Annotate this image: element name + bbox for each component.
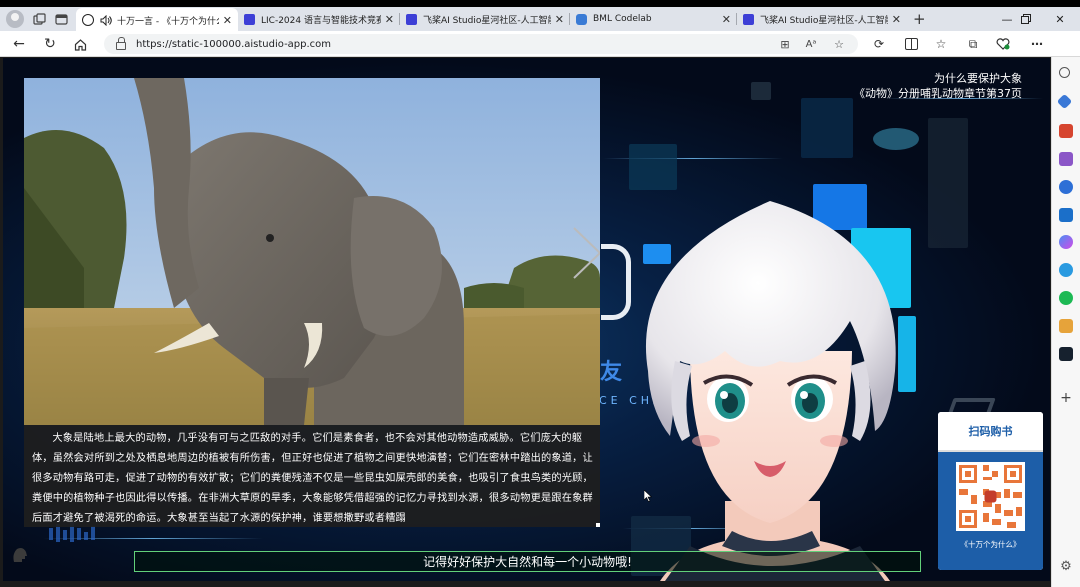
tab-label: BML Codelab: [593, 14, 652, 24]
close-tab-icon[interactable]: ✕: [892, 13, 901, 26]
bg-cube: [801, 98, 853, 158]
qr-header: 扫码购书: [938, 412, 1043, 452]
tab[interactable]: LIC-2024 语言与智能技术竞赛_飞桨 ✕: [238, 8, 400, 30]
profile-avatar[interactable]: [6, 10, 24, 28]
back-arrow-icon[interactable]: ←: [8, 33, 30, 55]
split-screen-icon[interactable]: [900, 33, 922, 55]
tab-label: 十万一言 - 《十万个为什么》: [117, 16, 219, 27]
lock-icon[interactable]: [116, 37, 126, 50]
app-icon[interactable]: [1059, 319, 1073, 333]
bg-letter-shape: 友: [600, 360, 623, 385]
tab-active[interactable]: 十万一言 - 《十万个为什么》 ✕: [76, 8, 238, 32]
subtitle-bar: 记得好好保护大自然和每一个小动物哦!: [134, 551, 921, 572]
browser-essentials-icon[interactable]: [992, 33, 1014, 55]
refresh-icon[interactable]: ↻: [39, 33, 61, 55]
url-field[interactable]: https://static-100000.aistudio-app.com ⊞…: [104, 34, 858, 54]
mouse-cursor-icon: [643, 487, 653, 502]
restore-button[interactable]: [1008, 7, 1044, 31]
home-icon[interactable]: [69, 33, 91, 55]
spotify-icon[interactable]: [1059, 291, 1073, 305]
favorite-star-icon[interactable]: ☆: [830, 36, 848, 52]
outlook-icon[interactable]: [1059, 208, 1073, 222]
qr-code-icon[interactable]: [956, 462, 1025, 531]
title-line-2: 《动物》分册哺乳动物章节第37页: [854, 87, 1022, 100]
telegram-icon[interactable]: [1059, 263, 1073, 277]
tab-label: LIC-2024 语言与智能技术竞赛_飞桨: [261, 15, 381, 26]
collections-icon[interactable]: ⧉: [962, 33, 984, 55]
video-player[interactable]: CE CHA 友 大象是陆地上最大的动物，几乎没有可与之匹敌的对手。它们是素食者…: [3, 58, 1050, 581]
speaker-tab-icon: [82, 14, 94, 26]
tab[interactable]: BML Codelab ✕: [570, 8, 737, 30]
react-icon[interactable]: [1059, 347, 1073, 361]
close-tab-icon[interactable]: ✕: [223, 14, 232, 27]
url-text: https://static-100000.aistudio-app.com: [136, 38, 332, 50]
tab[interactable]: 飞桨AI Studio星河社区-人工智能 ✕: [737, 8, 907, 30]
audio-playing-icon[interactable]: [100, 14, 112, 26]
qr-body: 《十万个为什么》: [938, 452, 1043, 570]
add-sidebar-app-icon[interactable]: +: [1059, 391, 1073, 405]
workspaces-icon[interactable]: [28, 8, 50, 30]
paddle-favicon-icon: [406, 13, 417, 25]
close-tab-icon[interactable]: ✕: [555, 13, 564, 26]
games-icon[interactable]: [1059, 180, 1073, 194]
new-tab-button[interactable]: +: [913, 10, 926, 28]
screen-top-strip: [0, 0, 1080, 7]
shopping-bag-icon[interactable]: [1059, 124, 1073, 138]
extension-icon[interactable]: ⟳: [868, 33, 890, 55]
search-icon[interactable]: [1059, 67, 1070, 78]
speaker-head-icon: [10, 544, 30, 564]
tab-label: 飞桨AI Studio星河社区-人工智能: [760, 15, 888, 26]
more-menu-icon[interactable]: ⋯: [1026, 33, 1048, 55]
read-aloud-icon[interactable]: Aᵃ: [802, 36, 820, 52]
title-line-1: 为什么要保护大象: [934, 72, 1022, 85]
qr-purchase-card[interactable]: 扫码购书 《十万个为什么》: [938, 412, 1043, 570]
codelab-favicon-icon: [576, 13, 587, 25]
bg-cube: [629, 144, 677, 190]
paddle-favicon-icon: [244, 13, 255, 25]
bg-cloud-shape: [873, 128, 919, 150]
address-bar: ← ↻ https://static-100000.aistudio-app.c…: [0, 31, 1080, 57]
edge-sidebar: + ⚙: [1051, 57, 1080, 587]
app-available-icon[interactable]: ⊞: [776, 36, 794, 52]
elephant-photo: [24, 78, 600, 425]
close-tab-icon[interactable]: ✕: [722, 13, 731, 26]
tab-actions-icon[interactable]: [50, 8, 72, 30]
tab[interactable]: 飞桨AI Studio星河社区-人工智能 ✕: [400, 8, 570, 30]
tools-icon[interactable]: [1059, 152, 1073, 166]
caption-corner-dot: [596, 523, 600, 527]
qr-footer: 《十万个为什么》: [960, 540, 1021, 549]
tab-bar: 十万一言 - 《十万个为什么》 ✕ LIC-2024 语言与智能技术竞赛_飞桨 …: [0, 7, 1080, 32]
bg-cube: [751, 82, 771, 100]
video-title: 为什么要保护大象 《动物》分册哺乳动物章节第37页: [854, 71, 1022, 101]
caption-text: 大象是陆地上最大的动物，几乎没有可与之匹敌的对手。它们是素食者，也不会对其他动物…: [24, 425, 600, 527]
settings-gear-icon[interactable]: ⚙: [1059, 560, 1073, 574]
bg-cube: [928, 118, 968, 248]
favorites-icon[interactable]: ☆: [930, 33, 952, 55]
tag-icon[interactable]: [1056, 93, 1073, 110]
close-window-button[interactable]: ✕: [1040, 7, 1080, 31]
digital-human-avatar: [620, 201, 920, 581]
tab-label: 飞桨AI Studio星河社区-人工智能: [423, 15, 551, 26]
copilot-icon[interactable]: [1059, 235, 1073, 249]
paddle-favicon-icon: [743, 13, 754, 25]
close-tab-icon[interactable]: ✕: [385, 13, 394, 26]
